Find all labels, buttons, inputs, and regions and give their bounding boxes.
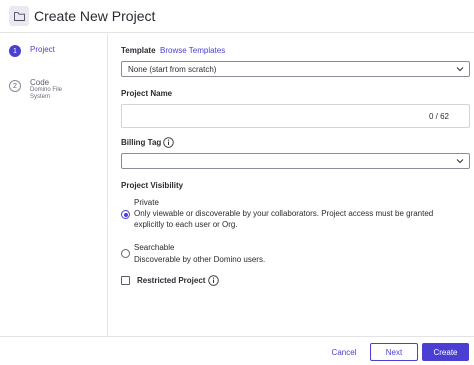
private-desc-line-2: explicitly to each user or Org. — [134, 220, 238, 229]
folder-icon — [9, 6, 29, 26]
project-name-label: Project Name — [121, 89, 173, 98]
step-sublabel: Domino File System — [30, 87, 63, 100]
step-project[interactable]: 1 Project — [9, 45, 55, 57]
private-option-title: Private — [134, 198, 159, 207]
searchable-option-description: Discoverable by other Domino users. — [134, 255, 266, 264]
visibility-label: Project Visibility — [121, 181, 184, 190]
restricted-project-label: Restricted Project — [137, 276, 206, 285]
restricted-project-checkbox[interactable] — [121, 276, 130, 285]
template-label: Template — [121, 46, 156, 55]
step-number: 2 — [9, 80, 21, 92]
step-label: Project — [30, 45, 55, 54]
step-code[interactable]: 2 Code Domino File System — [9, 78, 75, 101]
searchable-radio[interactable] — [121, 249, 130, 258]
template-select-value: None (start from scratch) — [128, 64, 217, 74]
step-number: 1 — [9, 45, 21, 57]
dialog-title: Create New Project — [34, 8, 156, 24]
searchable-option-title: Searchable — [134, 243, 175, 252]
info-icon[interactable] — [208, 275, 219, 286]
browse-templates-link[interactable]: Browse Templates — [160, 46, 225, 55]
chevron-down-icon — [456, 67, 464, 72]
next-button[interactable]: Next — [370, 343, 418, 361]
private-desc-line-1: Only viewable or discoverable by your co… — [134, 209, 434, 218]
info-icon[interactable] — [163, 137, 174, 148]
billing-tag-select[interactable] — [121, 153, 470, 169]
private-option-description: Only viewable or discoverable by your co… — [134, 208, 433, 230]
dialog-header: Create New Project — [0, 0, 474, 33]
create-button[interactable]: Create — [422, 343, 469, 361]
dialog-footer: Cancel Next Create — [0, 336, 474, 365]
chevron-down-icon — [456, 159, 464, 164]
step-label: Code — [30, 78, 50, 87]
character-counter: 0 / 62 — [428, 112, 449, 121]
billing-tag-label: Billing Tag — [121, 138, 162, 147]
project-name-input[interactable]: 0 / 62 — [121, 104, 470, 128]
step-navigation: 1 Project 2 Code Domino File System — [0, 34, 108, 336]
private-radio[interactable] — [121, 210, 130, 219]
cancel-button[interactable]: Cancel — [326, 343, 362, 361]
template-select[interactable]: None (start from scratch) — [121, 61, 470, 77]
